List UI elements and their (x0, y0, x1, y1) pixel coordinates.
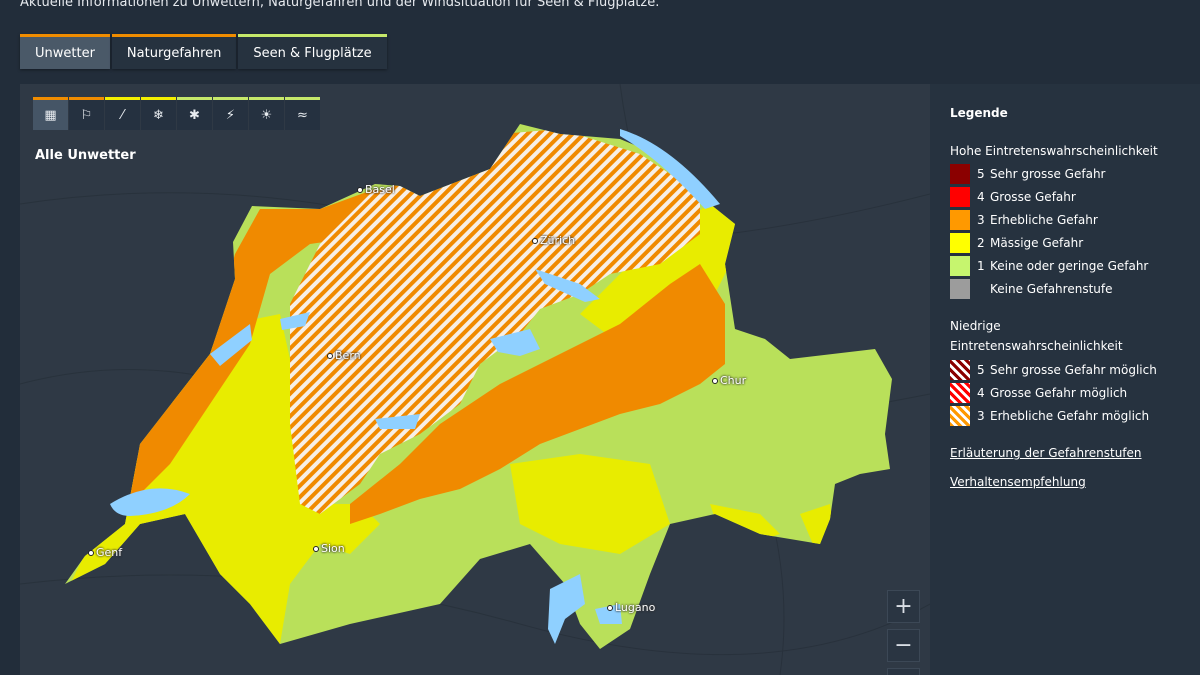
tab-naturgefahren[interactable]: Naturgefahren (111, 34, 237, 69)
filter-rain-button[interactable]: ⁄ (105, 97, 140, 130)
legend-item-level-1: 1 Keine oder geringe Gefahr (950, 256, 1148, 276)
city-label-chur: Chur (712, 374, 746, 387)
city-label-zuerich: Zürich (532, 234, 575, 247)
possible-level-4-swatch (950, 383, 970, 403)
tab-unwetter[interactable]: Unwetter (20, 34, 110, 69)
legend-item-possible-level-4: 4 Grosse Gefahr möglich (950, 383, 1127, 403)
legend-panel: Legende Hohe Eintretenswahrscheinlichkei… (930, 84, 1200, 675)
city-marker (712, 378, 718, 384)
legend-item-level-4: 4 Grosse Gefahr (950, 187, 1076, 207)
level-1-swatch (950, 256, 970, 276)
main-tabs: Unwetter Naturgefahren Seen & Flugplätze (20, 34, 387, 69)
city-label-bern: Bern (327, 349, 361, 362)
plus-icon: + (894, 594, 913, 619)
city-marker (313, 546, 319, 552)
legend-item-possible-level-5: 5 Sehr grosse Gefahr möglich (950, 360, 1157, 380)
legend-item-level-5: 5 Sehr grosse Gefahr (950, 164, 1105, 184)
tab-seen-flugplaetze[interactable]: Seen & Flugplätze (238, 34, 387, 69)
filter-heat-button[interactable]: ☀ (249, 97, 284, 130)
possible-level-3-swatch (950, 406, 970, 426)
filter-wind-button[interactable]: ⚐ (69, 97, 104, 130)
city-marker (607, 605, 613, 611)
minus-icon: − (894, 633, 913, 658)
filter-frost-button[interactable]: ✱ (177, 97, 212, 130)
legend-item-possible-level-3: 3 Erhebliche Gefahr möglich (950, 406, 1149, 426)
city-label-lugano: Lugano (607, 601, 655, 614)
behaviour-recommendation-link[interactable]: Verhaltensempfehlung (950, 475, 1086, 489)
legend-high-probability-heading: Hohe Eintretenswahrscheinlichkeit (950, 144, 1158, 158)
map-title: Alle Unwetter (35, 148, 136, 163)
legend-low-probability-heading: Niedrige Eintretenswahrscheinlichkeit (950, 319, 1123, 353)
filter-slippery-button[interactable]: ≈ (285, 97, 320, 130)
legend-item-level-3: 3 Erhebliche Gefahr (950, 210, 1098, 230)
city-marker (357, 187, 363, 193)
danger-levels-explanation-link[interactable]: Erläuterung der Gefahrenstufen (950, 446, 1142, 460)
city-marker (88, 550, 94, 556)
filter-all-button[interactable]: ▦ (33, 97, 68, 130)
thunder-icon: ⚡ (225, 107, 236, 123)
city-marker (327, 353, 333, 359)
legend-item-level-2: 2 Mässige Gefahr (950, 233, 1083, 253)
snow-icon: ❄ (153, 107, 164, 123)
city-marker (532, 238, 538, 244)
level-2-swatch (950, 233, 970, 253)
level-5-swatch (950, 164, 970, 184)
filter-snow-button[interactable]: ❄ (141, 97, 176, 130)
no-level-swatch (950, 279, 970, 299)
grid-icon: ▦ (44, 107, 57, 123)
legend-item-no-level: Keine Gefahrenstufe (950, 279, 1112, 299)
slippery-road-icon: ≈ (297, 107, 308, 123)
legend-title: Legende (950, 106, 1008, 120)
zoom-in-button[interactable]: + (887, 590, 920, 623)
hazard-filter-bar: ▦ ⚐ ⁄ ❄ ✱ ⚡ ☀ ≈ (33, 97, 320, 130)
city-label-genf: Genf (88, 546, 122, 559)
level-3-swatch (950, 210, 970, 230)
frost-icon: ✱ (189, 107, 200, 123)
map-control-button[interactable] (887, 668, 920, 675)
switzerland-map (20, 84, 930, 675)
wind-icon: ⚐ (80, 107, 93, 123)
rain-icon: ⁄ (121, 107, 124, 123)
level-4-swatch (950, 187, 970, 207)
city-label-basel: Basel (357, 183, 395, 196)
possible-level-5-swatch (950, 360, 970, 380)
filter-thunder-button[interactable]: ⚡ (213, 97, 248, 130)
zoom-out-button[interactable]: − (887, 629, 920, 662)
heat-icon: ☀ (260, 107, 273, 123)
hazard-map[interactable]: ▦ ⚐ ⁄ ❄ ✱ ⚡ ☀ ≈ Alle Unwetter Basel Züri… (20, 84, 930, 675)
city-label-sion: Sion (313, 542, 345, 555)
intro-text: Aktuelle Informationen zu Unwettern, Nat… (20, 0, 660, 10)
